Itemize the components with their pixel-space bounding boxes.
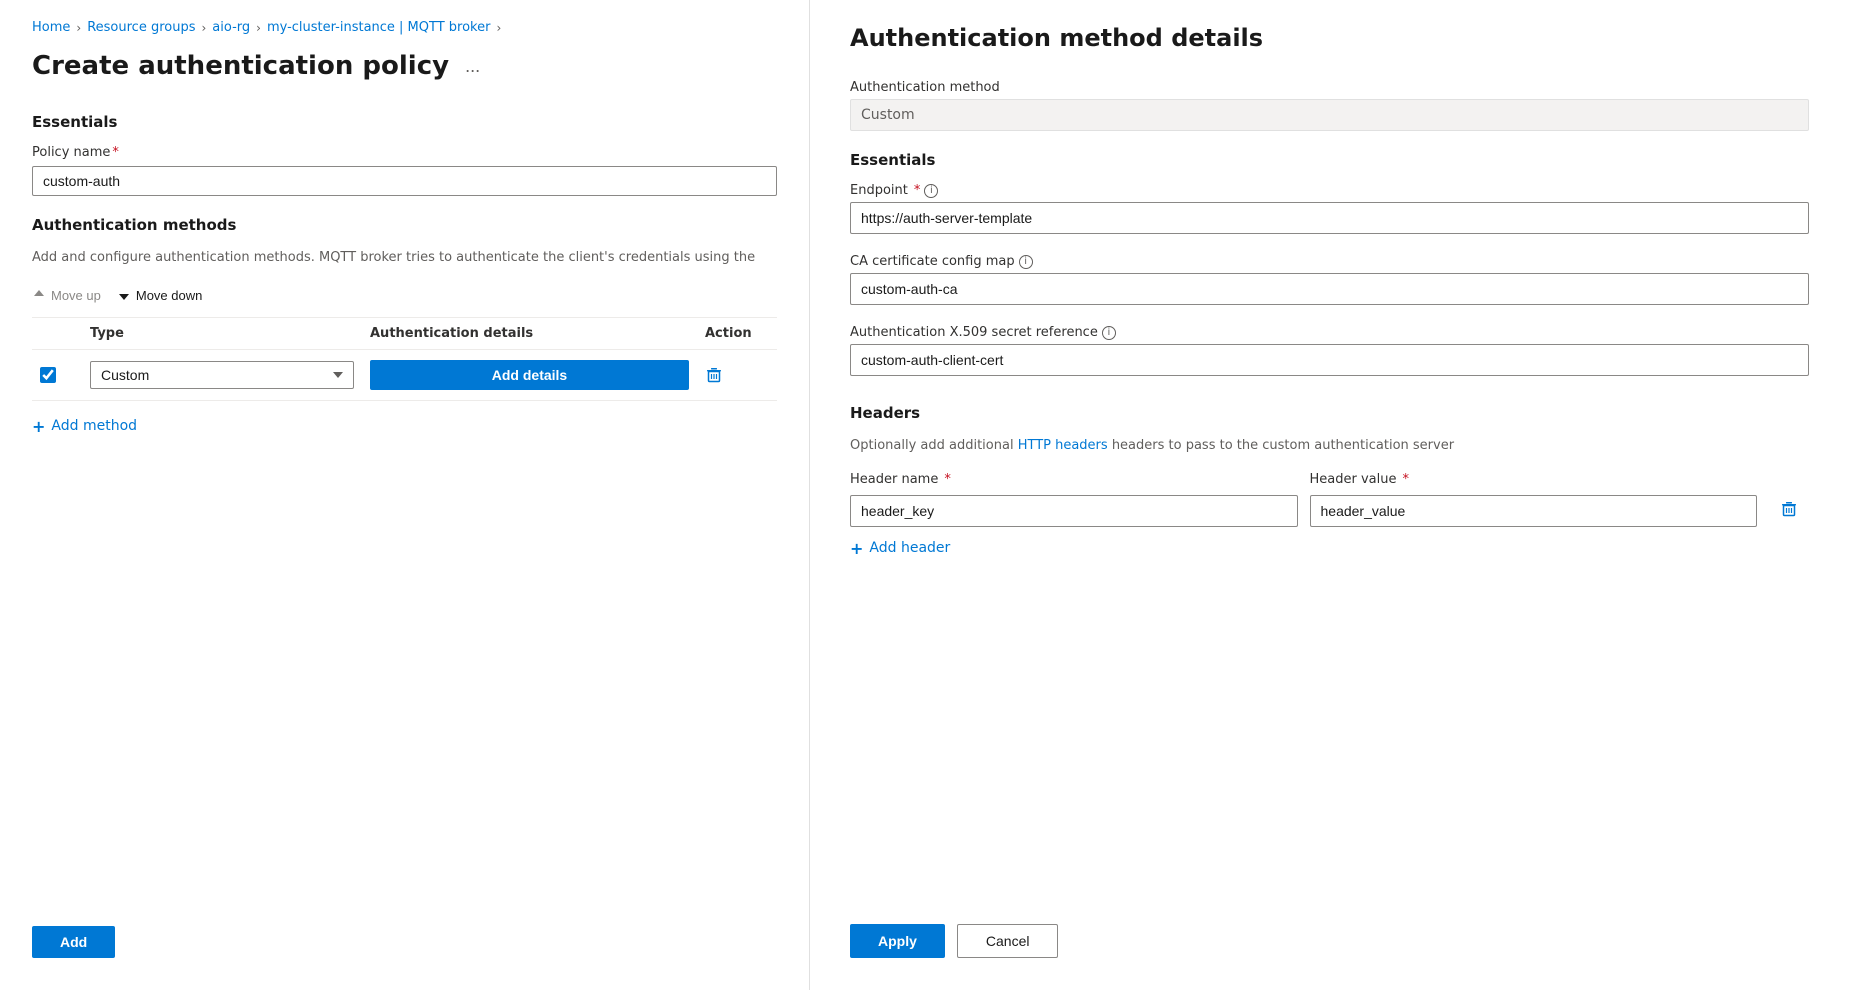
move-down-label: Move down <box>136 288 202 303</box>
breadcrumb-mqtt-broker[interactable]: my-cluster-instance | MQTT broker <box>267 20 491 35</box>
ellipsis-button[interactable]: ... <box>459 54 486 79</box>
essentials-section: Essentials Policy name* <box>32 113 777 216</box>
headers-title: Headers <box>850 404 1809 422</box>
move-down-button[interactable]: Move down <box>117 284 202 307</box>
header-name-label: Header name * <box>850 472 1298 487</box>
header-value-label: Header value * <box>1310 472 1758 487</box>
breadcrumb-home[interactable]: Home <box>32 20 70 35</box>
cell-add-details: Add details <box>362 360 697 390</box>
cancel-button[interactable]: Cancel <box>957 924 1059 958</box>
header-name-required: * <box>944 472 951 487</box>
add-details-button[interactable]: Add details <box>370 360 689 390</box>
cell-checkbox <box>32 367 82 383</box>
header-value-input[interactable] <box>1310 495 1758 527</box>
auth-method-field: Authentication method Custom <box>850 80 1809 131</box>
type-select[interactable]: Custom X.509 SAT <box>90 361 354 389</box>
ca-cert-field: CA certificate config map i <box>850 254 1809 305</box>
headers-section: Headers Optionally add additional HTTP h… <box>850 404 1809 558</box>
http-headers-highlight: HTTP headers <box>1018 438 1108 453</box>
ca-cert-label: CA certificate config map i <box>850 254 1809 269</box>
right-panel: Authentication method details Authentica… <box>810 0 1849 990</box>
header-value-required: * <box>1402 472 1409 487</box>
page-title: Create authentication policy <box>32 51 449 81</box>
breadcrumb-sep-4: › <box>496 21 501 35</box>
auth-method-label: Authentication method <box>850 80 1809 95</box>
ca-cert-input[interactable] <box>850 273 1809 305</box>
breadcrumb-resource-groups[interactable]: Resource groups <box>87 20 195 35</box>
endpoint-field: Endpoint * i <box>850 183 1809 234</box>
header-name-input[interactable] <box>850 495 1298 527</box>
add-button[interactable]: Add <box>32 926 115 958</box>
col-auth-details: Authentication details <box>362 326 697 341</box>
headers-desc: Optionally add additional HTTP headers h… <box>850 436 1809 456</box>
auth-methods-section: Authentication methods Add and configure… <box>32 216 777 436</box>
left-panel: Home › Resource groups › aio-rg › my-clu… <box>0 0 810 990</box>
right-bottom-actions: Apply Cancel <box>850 884 1809 958</box>
x509-info-icon[interactable]: i <box>1102 326 1116 340</box>
apply-button[interactable]: Apply <box>850 924 945 958</box>
delete-row-button[interactable] <box>705 366 723 384</box>
delete-header-button[interactable] <box>1769 496 1809 527</box>
bottom-actions: Add <box>32 926 115 958</box>
col-checkbox <box>32 326 82 341</box>
plus-icon: + <box>32 417 45 436</box>
endpoint-label: Endpoint * i <box>850 183 1809 198</box>
header-row <box>850 495 1809 527</box>
arrow-down-icon <box>117 288 131 302</box>
table-row: Custom X.509 SAT Add details <box>32 350 777 401</box>
header-labels: Header name * Header value * <box>850 472 1809 491</box>
essentials-label: Essentials <box>32 113 777 131</box>
add-header-label: Add header <box>869 540 950 556</box>
breadcrumb-sep-1: › <box>76 21 81 35</box>
header-trash-icon <box>1780 500 1798 518</box>
cell-type: Custom X.509 SAT <box>82 361 362 389</box>
move-up-label: Move up <box>51 288 101 303</box>
page-title-row: Create authentication policy ... <box>32 51 777 81</box>
auth-method-value: Custom <box>850 99 1809 131</box>
add-header-row[interactable]: + Add header <box>850 539 1809 558</box>
col-action: Action <box>697 326 777 341</box>
policy-name-label: Policy name* <box>32 145 777 160</box>
right-essentials-title: Essentials <box>850 151 1809 169</box>
x509-input[interactable] <box>850 344 1809 376</box>
table-header: Type Authentication details Action <box>32 318 777 350</box>
add-method-row[interactable]: + Add method <box>32 417 777 436</box>
cell-action <box>697 366 777 384</box>
endpoint-input[interactable] <box>850 202 1809 234</box>
endpoint-info-icon[interactable]: i <box>924 184 938 198</box>
x509-field: Authentication X.509 secret reference i <box>850 325 1809 376</box>
panel-title: Authentication method details <box>850 24 1809 52</box>
move-up-button[interactable]: Move up <box>32 284 101 307</box>
breadcrumb-sep-3: › <box>256 21 261 35</box>
required-star: * <box>112 145 119 160</box>
policy-name-input[interactable] <box>32 166 777 196</box>
row-checkbox[interactable] <box>40 367 56 383</box>
move-controls: Move up Move down <box>32 284 777 307</box>
trash-icon <box>705 366 723 384</box>
auth-methods-title: Authentication methods <box>32 216 777 234</box>
breadcrumb-aio-rg[interactable]: aio-rg <box>212 20 250 35</box>
col-type: Type <box>82 326 362 341</box>
arrow-up-icon <box>32 288 46 302</box>
breadcrumb-sep-2: › <box>201 21 206 35</box>
auth-methods-desc: Add and configure authentication methods… <box>32 248 777 268</box>
endpoint-required: * <box>914 183 921 198</box>
breadcrumb: Home › Resource groups › aio-rg › my-clu… <box>32 20 777 35</box>
add-method-label: Add method <box>51 418 137 434</box>
add-header-plus-icon: + <box>850 539 863 558</box>
auth-methods-table: Type Authentication details Action Custo… <box>32 317 777 401</box>
policy-name-group: Policy name* <box>32 145 777 196</box>
x509-label: Authentication X.509 secret reference i <box>850 325 1809 340</box>
ca-cert-info-icon[interactable]: i <box>1019 255 1033 269</box>
